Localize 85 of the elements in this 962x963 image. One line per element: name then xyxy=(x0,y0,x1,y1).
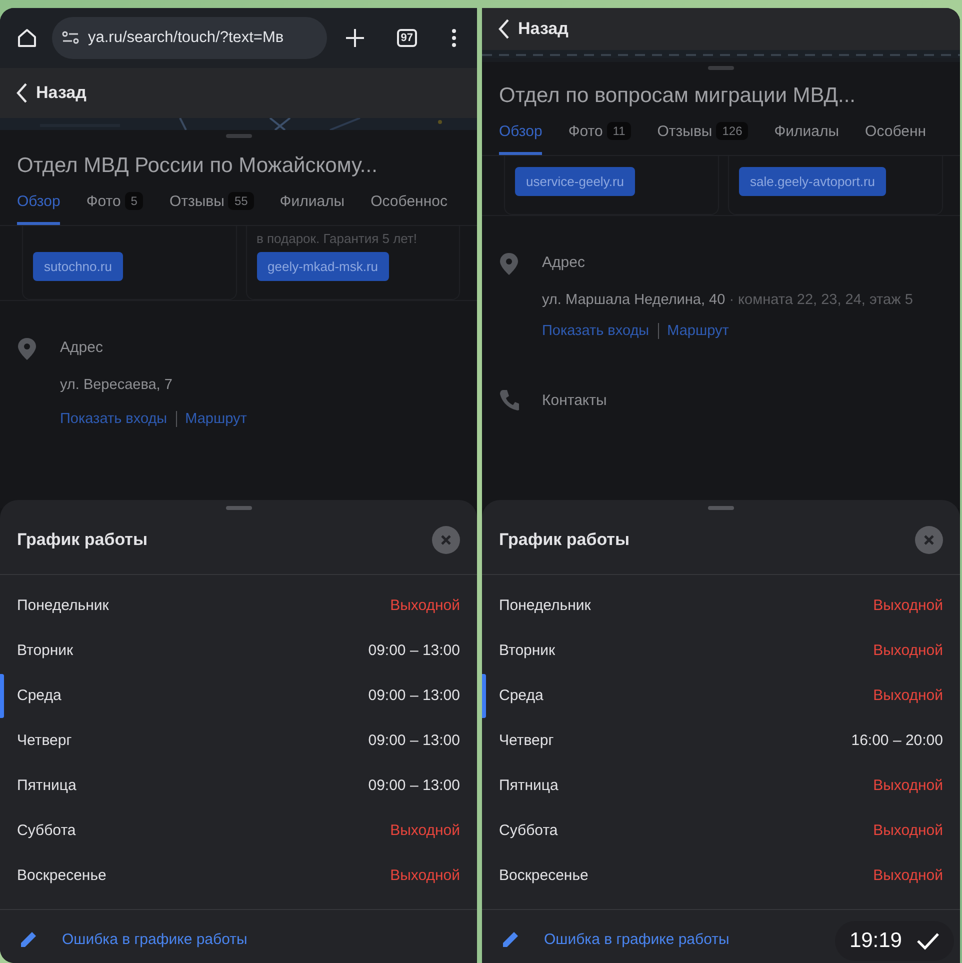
plus-icon[interactable] xyxy=(344,28,365,48)
pencil-icon xyxy=(20,930,38,948)
count-badge: 11 xyxy=(606,122,632,140)
day-label: Воскресенье xyxy=(499,867,590,884)
tab[interactable]: Особенноc xyxy=(370,192,448,225)
day-label: Пятница xyxy=(499,777,560,794)
day-label: Суббота xyxy=(17,822,77,839)
ad-link-button[interactable]: sutochno.ru xyxy=(33,252,123,281)
day-label: Суббота xyxy=(499,822,559,839)
hours-value: 09:00 – 13:00 xyxy=(368,687,460,704)
drag-handle[interactable] xyxy=(708,66,734,70)
link[interactable]: Ошибка в графике работы xyxy=(62,930,248,948)
tab[interactable]: Филиалы xyxy=(774,122,840,155)
day-label: Среда xyxy=(499,687,544,704)
section-label: Контакты xyxy=(542,392,607,408)
hours-value: 16:00 – 20:00 xyxy=(851,732,943,749)
location-pin-icon xyxy=(17,337,37,361)
ad-link-button[interactable]: sale.geely-avtoport.ru xyxy=(739,166,886,196)
tab[interactable]: Фото 11 xyxy=(568,122,632,155)
link[interactable]: Ошибка в графике работы xyxy=(544,930,730,948)
location-pin-icon xyxy=(499,252,519,276)
hours-value: Выходной xyxy=(873,597,943,614)
hours-value: Выходной xyxy=(873,777,943,794)
drag-handle[interactable] xyxy=(226,506,252,510)
tab[interactable]: Фото 5 xyxy=(86,192,144,225)
hours-value: Выходной xyxy=(873,687,943,704)
message-time-badge: 19:19 xyxy=(835,921,954,961)
back-button[interactable]: Назад xyxy=(496,16,570,42)
tab[interactable]: Обзор xyxy=(499,122,542,155)
day-label: Четверг xyxy=(499,732,555,749)
day-label: Четверг xyxy=(17,732,73,749)
hours-value: 09:00 – 13:00 xyxy=(368,732,460,749)
close-icon[interactable] xyxy=(432,526,460,554)
link[interactable]: Маршрут xyxy=(176,411,247,427)
drag-handle[interactable] xyxy=(708,506,734,510)
ad-link-button[interactable]: uservice-geely.ru xyxy=(515,166,636,196)
hours-value: Выходной xyxy=(390,597,460,614)
count-badge: 126 xyxy=(716,122,748,140)
tab[interactable]: Обзор xyxy=(17,192,60,225)
close-icon[interactable] xyxy=(915,526,943,554)
chevron-left-icon xyxy=(498,18,510,40)
address-detail: · комната 22, 23, 24, этаж 5 xyxy=(729,292,913,308)
day-label: Вторник xyxy=(17,642,74,659)
hours-value: Выходной xyxy=(390,822,460,839)
site-settings-icon xyxy=(62,31,80,45)
tab[interactable]: Особенн xyxy=(865,122,926,155)
count-badge: 5 xyxy=(124,192,144,210)
link[interactable]: Показать входы xyxy=(542,323,650,339)
ad-link-button[interactable]: geely-mkad-msk.ru xyxy=(256,252,390,281)
chevron-left-icon xyxy=(16,82,28,104)
back-button[interactable]: Назад xyxy=(14,80,88,106)
tab[interactable]: Отзывы 126 xyxy=(657,122,748,155)
link[interactable]: Показать входы xyxy=(60,411,168,427)
tab-count-button[interactable]: 97 xyxy=(396,29,417,47)
organization-title: Отдел по вопросам миграции МВД... xyxy=(498,83,857,108)
hours-value: 09:00 – 13:00 xyxy=(368,642,460,659)
day-label: Вторник xyxy=(499,642,556,659)
day-label: Пятница xyxy=(17,777,78,794)
tab[interactable]: Филиалы xyxy=(280,192,345,225)
section-label: Адрес xyxy=(60,339,104,356)
hours-value: 09:00 – 13:00 xyxy=(368,777,460,794)
hours-value: Выходной xyxy=(873,642,943,659)
section-label: Адрес xyxy=(542,254,586,271)
hours-value: Выходной xyxy=(873,867,943,884)
street-address: ул. Маршала Неделина, 40 xyxy=(542,292,726,308)
hours-value: Выходной xyxy=(390,867,460,884)
sheet-title: График работы xyxy=(499,530,630,550)
organization-title: Отдел МВД России по Можайскому... xyxy=(16,153,378,178)
street-address: ул. Вересаева, 7 xyxy=(60,377,172,393)
tab[interactable]: Отзывы 55 xyxy=(169,192,254,225)
day-label: Среда xyxy=(17,687,62,704)
ad-text: в подарок. Гарантия 5 лет! xyxy=(256,231,418,246)
menu-icon[interactable] xyxy=(451,28,457,48)
address-field[interactable]: ya.ru/search/touch/?text=Мв xyxy=(52,17,327,59)
day-label: Понедельник xyxy=(499,597,592,614)
hours-value: Выходной xyxy=(873,822,943,839)
day-label: Понедельник xyxy=(17,597,110,614)
sheet-title: График работы xyxy=(17,530,148,550)
link[interactable]: Маршрут xyxy=(658,323,729,339)
phone-icon xyxy=(499,389,519,411)
day-label: Воскресенье xyxy=(17,867,108,884)
home-icon[interactable] xyxy=(16,27,38,49)
drag-handle[interactable] xyxy=(226,134,252,138)
pencil-icon xyxy=(502,930,520,948)
count-badge: 55 xyxy=(228,192,254,210)
